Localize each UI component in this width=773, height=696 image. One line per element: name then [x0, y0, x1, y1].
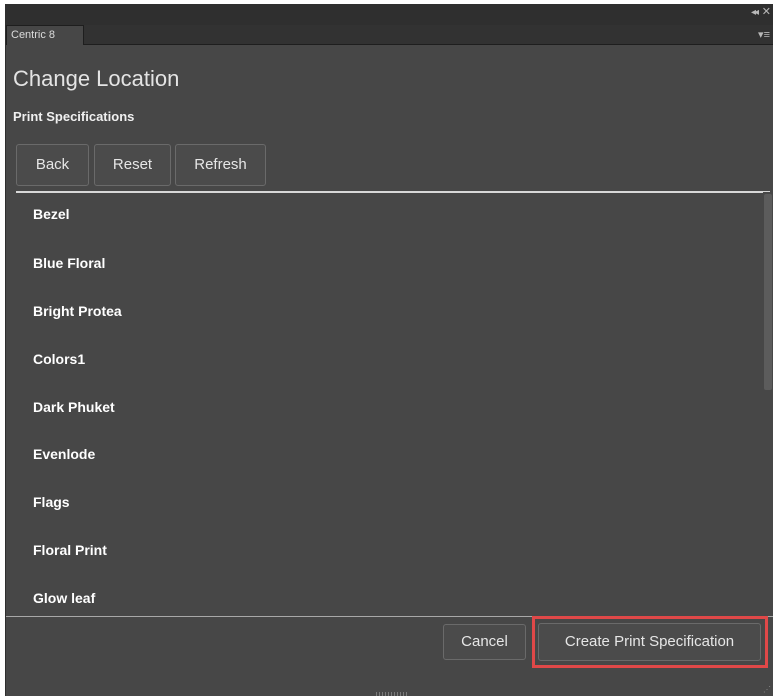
reset-button[interactable]: Reset — [94, 144, 171, 186]
panel-menu-icon[interactable]: ▾≡ — [758, 30, 770, 41]
corner-resize-icon[interactable]: ⋰ — [763, 685, 771, 694]
create-print-specification-button[interactable]: Create Print Specification — [538, 623, 761, 661]
list-item[interactable]: Blue Floral — [33, 255, 105, 271]
cancel-button[interactable]: Cancel — [443, 624, 526, 660]
list-item[interactable]: Bezel — [33, 206, 70, 222]
panel-titlebar: ◂◂ ✕ — [6, 4, 773, 27]
refresh-button[interactable]: Refresh — [175, 144, 266, 186]
list-item[interactable]: Colors1 — [33, 351, 85, 367]
centric-panel: ◂◂ ✕ Centric 8 ▾≡ Change Location Print … — [5, 4, 773, 696]
list-item[interactable]: Floral Print — [33, 542, 107, 558]
page-title: Change Location — [13, 66, 180, 91]
panel-tabstrip — [6, 25, 773, 45]
resize-grip[interactable] — [376, 692, 408, 696]
back-button[interactable]: Back — [16, 144, 89, 186]
list-item[interactable]: Evenlode — [33, 446, 95, 462]
list-item[interactable]: Glow leaf — [33, 590, 95, 606]
list-item[interactable]: Bright Protea — [33, 303, 122, 319]
print-spec-list: Bezel Blue Floral Bright Protea Colors1 … — [16, 191, 770, 619]
list-scrollbar-thumb[interactable] — [764, 194, 772, 390]
tab-centric-8[interactable]: Centric 8 — [6, 25, 84, 45]
close-icon[interactable]: ✕ — [762, 7, 771, 18]
page-subtitle: Print Specifications — [13, 109, 135, 124]
list-item[interactable]: Flags — [33, 494, 70, 510]
double-chevron-left-icon[interactable]: ◂◂ — [751, 8, 759, 18]
list-item[interactable]: Dark Phuket — [33, 399, 115, 415]
